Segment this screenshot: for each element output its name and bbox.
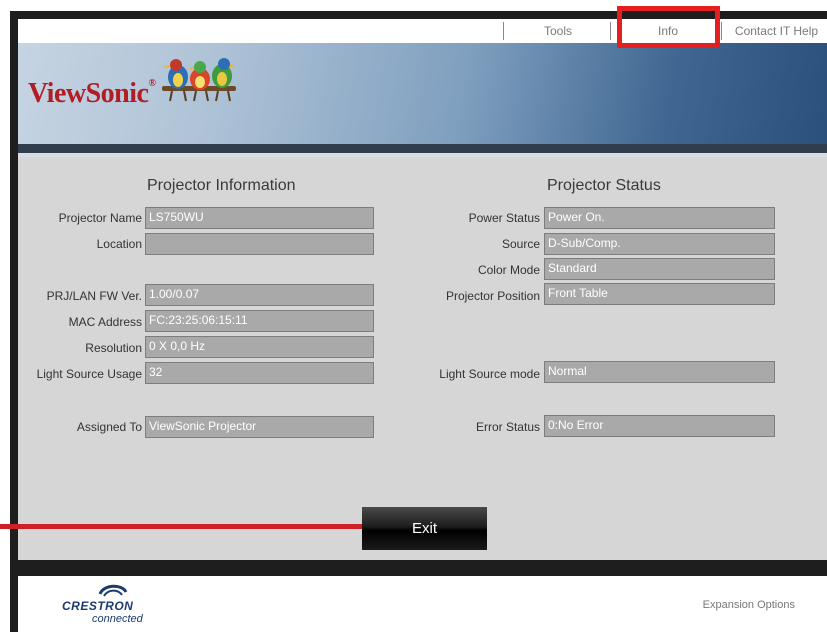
footer-divider xyxy=(18,560,827,576)
nav-separator xyxy=(721,22,722,40)
error-status-label: Error Status xyxy=(475,420,540,434)
light-source-usage-field: 32 xyxy=(145,362,374,384)
color-mode-label: Color Mode xyxy=(477,263,540,277)
assigned-to-field: ViewSonic Projector xyxy=(145,416,374,438)
window-left-border xyxy=(10,11,18,632)
light-source-mode-label: Light Source mode xyxy=(439,367,540,381)
location-label: Location xyxy=(96,237,142,251)
viewsonic-logo: ViewSonic® xyxy=(28,78,156,109)
projector-name-label: Projector Name xyxy=(58,211,142,225)
source-label: Source xyxy=(501,237,540,251)
color-mode-field: Standard xyxy=(544,258,775,280)
source-field: D-Sub/Comp. xyxy=(544,233,775,255)
expansion-options-link[interactable]: Expansion Options xyxy=(703,599,795,611)
crestron-swirl-icon xyxy=(98,584,128,597)
fw-version-field: 1.00/0.07 xyxy=(145,284,374,306)
projector-position-label: Projector Position xyxy=(445,289,540,303)
nav-contact-link[interactable]: Contact IT Help xyxy=(726,19,827,43)
projector-status-title: Projector Status xyxy=(547,177,661,194)
assigned-to-label: Assigned To xyxy=(76,420,142,434)
footer: CRESTRON connected Expansion Options xyxy=(18,576,827,632)
mac-address-label: MAC Address xyxy=(68,315,142,329)
light-source-usage-label: Light Source Usage xyxy=(36,367,142,381)
header-banner: ViewSonic® xyxy=(18,43,827,144)
crestron-wordmark: CRESTRON xyxy=(62,599,134,613)
power-status-field: Power On. xyxy=(544,207,775,229)
banner-divider xyxy=(18,144,827,153)
nav-separator xyxy=(610,22,611,40)
projector-name-field: LS750WU xyxy=(145,207,374,229)
nav-separator xyxy=(503,22,504,40)
location-field xyxy=(145,233,374,255)
info-panel: Projector Information Projector Status P… xyxy=(18,157,827,560)
info-highlight-frame xyxy=(617,6,720,48)
fw-version-label: PRJ/LAN FW Ver. xyxy=(46,289,142,303)
resolution-field: 0 X 0,0 Hz xyxy=(145,336,374,358)
nav-tools-link[interactable]: Tools xyxy=(508,19,608,43)
projector-information-title: Projector Information xyxy=(147,177,296,194)
projector-position-field: Front Table xyxy=(544,283,775,305)
error-status-field: 0:No Error xyxy=(544,415,775,437)
power-status-label: Power Status xyxy=(468,211,540,225)
crestron-logo[interactable]: CRESTRON connected xyxy=(62,580,182,628)
crestron-connected-text: connected xyxy=(92,613,143,625)
birds-logo-icon xyxy=(162,58,236,102)
exit-button[interactable]: Exit xyxy=(362,507,487,550)
resolution-label: Resolution xyxy=(85,341,142,355)
mac-address-field: FC:23:25:06:15:11 xyxy=(145,310,374,332)
annotation-arrow-line xyxy=(0,524,362,529)
light-source-mode-field: Normal xyxy=(544,361,775,383)
